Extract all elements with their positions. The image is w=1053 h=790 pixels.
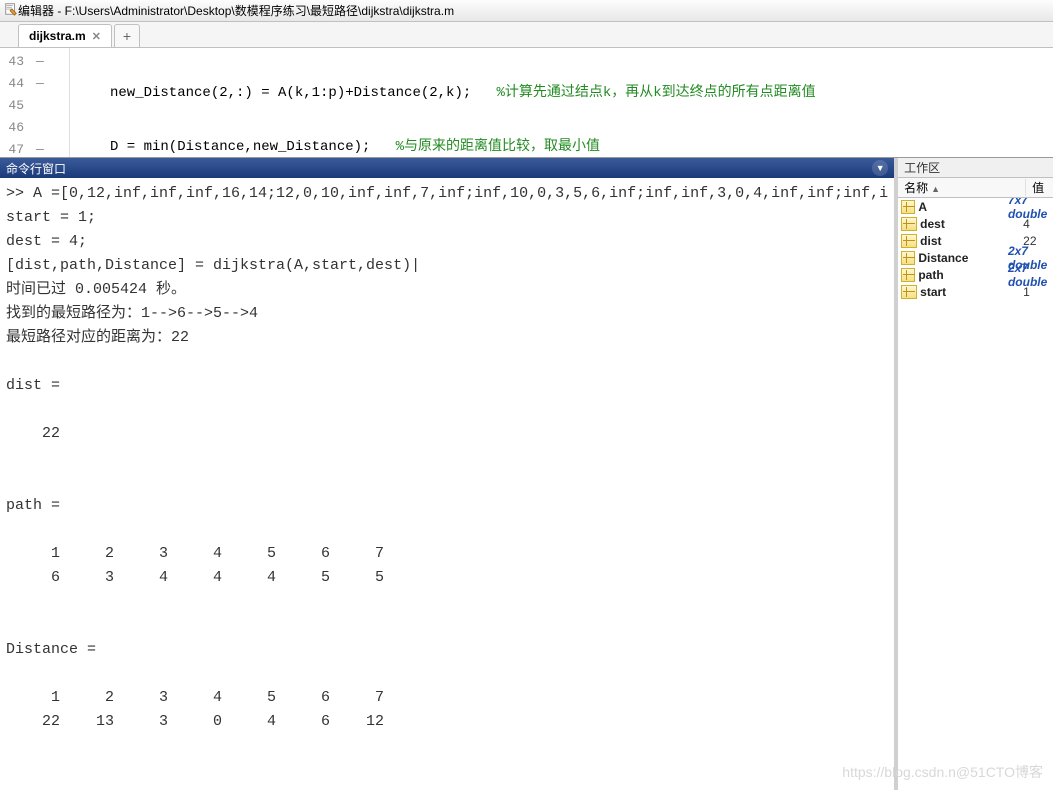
workspace-row[interactable]: start1 [898,283,1053,300]
workspace-row[interactable]: dest4 [898,215,1053,232]
tab-dijkstra[interactable]: dijkstra.m ✕ [18,24,112,47]
line-number: 43 [0,54,30,69]
command-window-panel: 命令行窗口 ▼ >> A =[0,12,inf,inf,inf,16,14;12… [0,158,898,790]
variable-name: start [920,285,1023,299]
watermark: https://blog.csdn.n@51CTO博客 [842,762,1043,782]
line-number: 44 [0,76,30,91]
workspace-column-headers: 名称▲ 值 [898,178,1053,198]
variable-icon [901,217,917,231]
line-number: 47 [0,142,30,157]
tab-add-button[interactable]: + [114,24,140,47]
variable-icon [901,234,917,248]
editor-area[interactable]: 43— 44— 45 46 47— new_Distance(2,:) = A(… [0,48,1053,158]
workspace-panel: 工作区 名称▲ 值 A7x7 doubledest4dist22Distance… [898,158,1053,790]
command-window-header[interactable]: 命令行窗口 ▼ [0,158,894,178]
editor-gutter: 43— 44— 45 46 47— [0,48,70,157]
variable-value: 4 [1023,217,1030,231]
tabs-bar: dijkstra.m ✕ + [0,22,1053,48]
title-bar: 编辑器 - F:\Users\Administrator\Desktop\数模程… [0,0,1053,22]
line-number: 46 [0,120,30,135]
tab-label: dijkstra.m [29,29,86,43]
sort-arrow-icon: ▲ [931,184,940,194]
variable-name: dest [920,217,1023,231]
variable-value: 1 [1023,285,1030,299]
workspace-header[interactable]: 工作区 [898,158,1053,178]
variable-icon [901,285,917,299]
line-number: 45 [0,98,30,113]
title-bar-text: 编辑器 - F:\Users\Administrator\Desktop\数模程… [18,2,454,19]
variable-name: Distance [918,251,1008,265]
variable-icon [901,268,915,282]
workspace-col-name[interactable]: 名称▲ [898,179,1026,196]
command-window-title: 命令行窗口 [6,160,66,177]
workspace-col-value[interactable]: 值 [1026,179,1044,196]
variable-icon [901,251,915,265]
workspace-title: 工作区 [904,159,940,176]
workspace-body: A7x7 doubledest4dist22Distance2x7 double… [898,198,1053,790]
close-icon[interactable]: ✕ [92,30,101,43]
main-panels: 命令行窗口 ▼ >> A =[0,12,inf,inf,inf,16,14;12… [0,158,1053,790]
variable-name: A [918,200,1008,214]
dropdown-icon[interactable]: ▼ [872,160,888,176]
command-window-body[interactable]: >> A =[0,12,inf,inf,inf,16,14;12,0,10,in… [0,178,894,790]
workspace-row[interactable]: path2x7 double [898,266,1053,283]
workspace-row[interactable]: A7x7 double [898,198,1053,215]
variable-icon [901,200,915,214]
variable-name: path [918,268,1008,282]
editor-icon [4,2,18,19]
code-content[interactable]: new_Distance(2,:) = A(k,1:p)+Distance(2,… [70,48,816,157]
